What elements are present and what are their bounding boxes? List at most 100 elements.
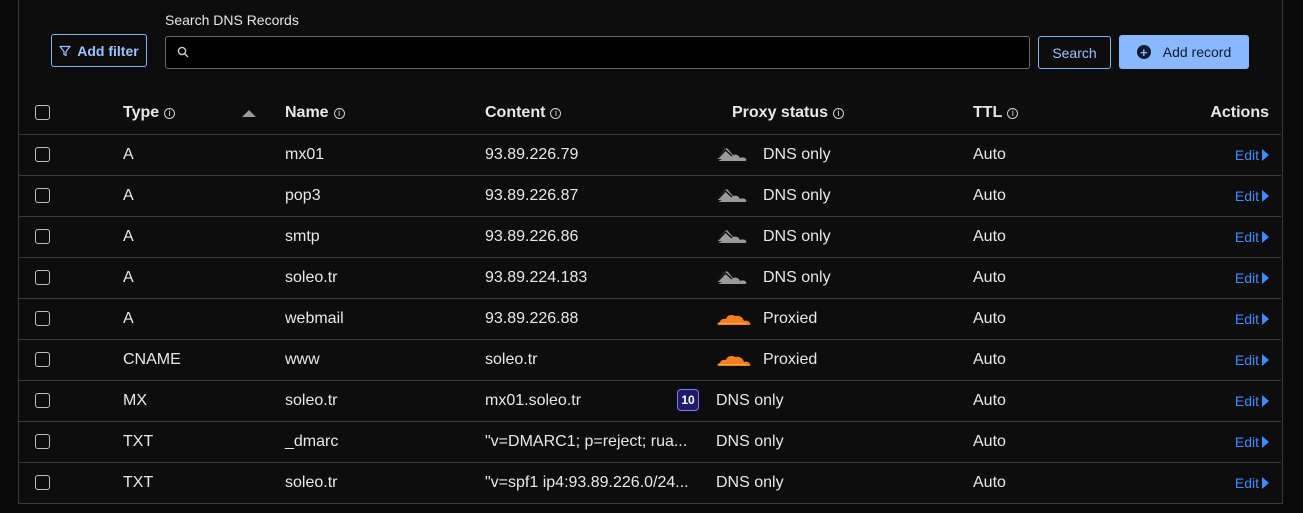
sort-ascending-icon[interactable] — [242, 110, 256, 117]
proxy-status-text: DNS only — [716, 433, 784, 450]
proxy-status[interactable]: DNS only — [716, 258, 831, 298]
edit-link[interactable]: Edit — [1235, 463, 1269, 503]
add-record-label: Add record — [1162, 44, 1232, 60]
edit-link[interactable]: Edit — [1235, 217, 1269, 257]
record-ttl: Auto — [973, 187, 1006, 204]
record-ttl: Auto — [973, 351, 1006, 368]
record-ttl: Auto — [973, 146, 1006, 163]
info-icon[interactable]: i — [550, 107, 562, 119]
caret-right-icon — [1262, 231, 1269, 243]
record-type: A — [123, 228, 134, 245]
search-button[interactable]: Search — [1038, 36, 1111, 69]
search-field[interactable] — [165, 36, 1030, 69]
record-name: _dmarc — [285, 433, 339, 450]
proxy-status: DNS only — [716, 463, 784, 503]
row-checkbox[interactable] — [35, 311, 50, 326]
table-row[interactable]: CNAME www soleo.tr Proxied Auto Edit — [19, 339, 1281, 380]
edit-link[interactable]: Edit — [1235, 340, 1269, 380]
table-row[interactable]: Apop3 93.89.226.87 DNS only Auto Edit — [19, 175, 1281, 216]
caret-right-icon — [1262, 436, 1269, 448]
edit-label: Edit — [1234, 188, 1259, 204]
record-ttl: Auto — [973, 474, 1006, 491]
dns-only-cloud-icon — [717, 271, 747, 284]
column-header-type-label: Type — [123, 104, 160, 121]
row-checkbox[interactable] — [35, 229, 50, 244]
cloud-icon-wrap — [716, 228, 761, 246]
column-header-type[interactable]: Type i — [123, 93, 176, 133]
add-record-button[interactable]: + Add record — [1119, 35, 1249, 69]
caret-right-icon — [1262, 395, 1269, 407]
row-checkbox[interactable] — [35, 147, 50, 162]
proxy-status: DNS only — [716, 381, 784, 421]
proxy-status-text: DNS only — [763, 269, 831, 286]
row-checkbox[interactable] — [35, 270, 50, 285]
table-row[interactable]: Amx01 93.89.226.79 DNS only Auto Edit — [19, 134, 1281, 175]
plus-circle-icon: + — [1136, 45, 1151, 59]
info-icon[interactable]: i — [333, 107, 345, 119]
proxy-status: DNS only — [716, 422, 784, 462]
proxy-status-text: DNS only — [763, 146, 831, 163]
caret-right-icon — [1262, 190, 1269, 202]
proxy-status-text: Proxied — [763, 310, 818, 327]
column-header-name[interactable]: Name i — [285, 93, 345, 133]
cloud-icon-wrap — [716, 187, 761, 205]
search-input[interactable] — [196, 41, 1020, 66]
edit-link[interactable]: Edit — [1235, 381, 1269, 421]
dns-only-cloud-icon — [717, 189, 747, 202]
table-row[interactable]: TXT _dmarc "v=DMARC1; p=reject; rua... DNS … — [19, 421, 1281, 462]
edit-link[interactable]: Edit — [1235, 176, 1269, 216]
dns-only-cloud-icon — [717, 148, 747, 161]
edit-label: Edit — [1234, 475, 1259, 491]
column-header-content[interactable]: Content i — [485, 93, 562, 133]
add-filter-button[interactable]: Add filter — [51, 34, 147, 67]
row-checkbox[interactable] — [35, 188, 50, 203]
proxy-status-text: DNS only — [716, 392, 784, 409]
row-checkbox[interactable] — [35, 393, 50, 408]
edit-label: Edit — [1234, 270, 1259, 286]
proxy-status[interactable]: DNS only — [716, 135, 831, 175]
edit-link[interactable]: Edit — [1235, 422, 1269, 462]
record-content: 93.89.226.86 — [485, 228, 579, 245]
table-header: Type i Name i Content i Proxy status i T… — [19, 93, 1281, 134]
table-row[interactable]: MX soleo.tr mx01.soleo.tr 10 DNS only Auto Edi… — [19, 380, 1281, 421]
row-checkbox[interactable] — [35, 352, 50, 367]
column-header-actions: Actions — [1210, 104, 1269, 121]
info-icon[interactable]: i — [164, 107, 176, 119]
record-content: soleo.tr — [485, 351, 538, 368]
edit-label: Edit — [1234, 229, 1259, 245]
dns-records-table: Type i Name i Content i Proxy status i T… — [19, 93, 1281, 503]
table-row[interactable]: TXT soleo.tr "v=spf1 ip4:93.89.226.0/24...… — [19, 462, 1281, 503]
edit-link[interactable]: Edit — [1235, 299, 1269, 339]
add-filter-label: Add filter — [77, 42, 139, 59]
table-row[interactable]: Asmtp 93.89.226.86 DNS only Auto Edit — [19, 216, 1281, 257]
edit-link[interactable]: Edit — [1235, 135, 1269, 175]
proxy-status[interactable]: DNS only — [716, 217, 831, 257]
record-content: 93.89.226.87 — [485, 187, 579, 204]
proxy-status[interactable]: Proxied — [716, 340, 817, 380]
proxied-cloud-icon — [717, 356, 751, 366]
row-checkbox[interactable] — [35, 434, 50, 449]
column-header-proxy-status[interactable]: Proxy status i — [732, 93, 845, 133]
table-row[interactable]: Awebmail 93.89.226.88 Proxied Auto Edit — [19, 298, 1281, 339]
record-type: TXT — [123, 474, 154, 491]
proxy-status[interactable]: Proxied — [716, 299, 817, 339]
record-ttl: Auto — [973, 269, 1006, 286]
record-type: A — [123, 269, 134, 286]
record-content: "v=DMARC1; p=reject; rua... — [485, 433, 688, 450]
table-row[interactable]: Asoleo.tr 93.89.224.183 DNS only Auto Edit — [19, 257, 1281, 298]
record-ttl: Auto — [973, 433, 1006, 450]
record-content: 93.89.226.88 — [485, 310, 579, 327]
row-checkbox[interactable] — [35, 475, 50, 490]
info-icon[interactable]: i — [833, 107, 845, 119]
info-icon[interactable]: i — [1007, 107, 1019, 119]
record-content: mx01.soleo.tr — [485, 392, 582, 409]
search-icon — [177, 46, 189, 58]
caret-right-icon — [1262, 477, 1269, 489]
column-header-ttl[interactable]: TTL i — [973, 93, 1019, 133]
cloud-icon-wrap — [716, 352, 761, 368]
proxy-status[interactable]: DNS only — [716, 176, 831, 216]
edit-link[interactable]: Edit — [1235, 258, 1269, 298]
filter-icon — [59, 45, 71, 56]
select-all-checkbox[interactable] — [35, 105, 50, 120]
record-type: A — [123, 310, 134, 327]
